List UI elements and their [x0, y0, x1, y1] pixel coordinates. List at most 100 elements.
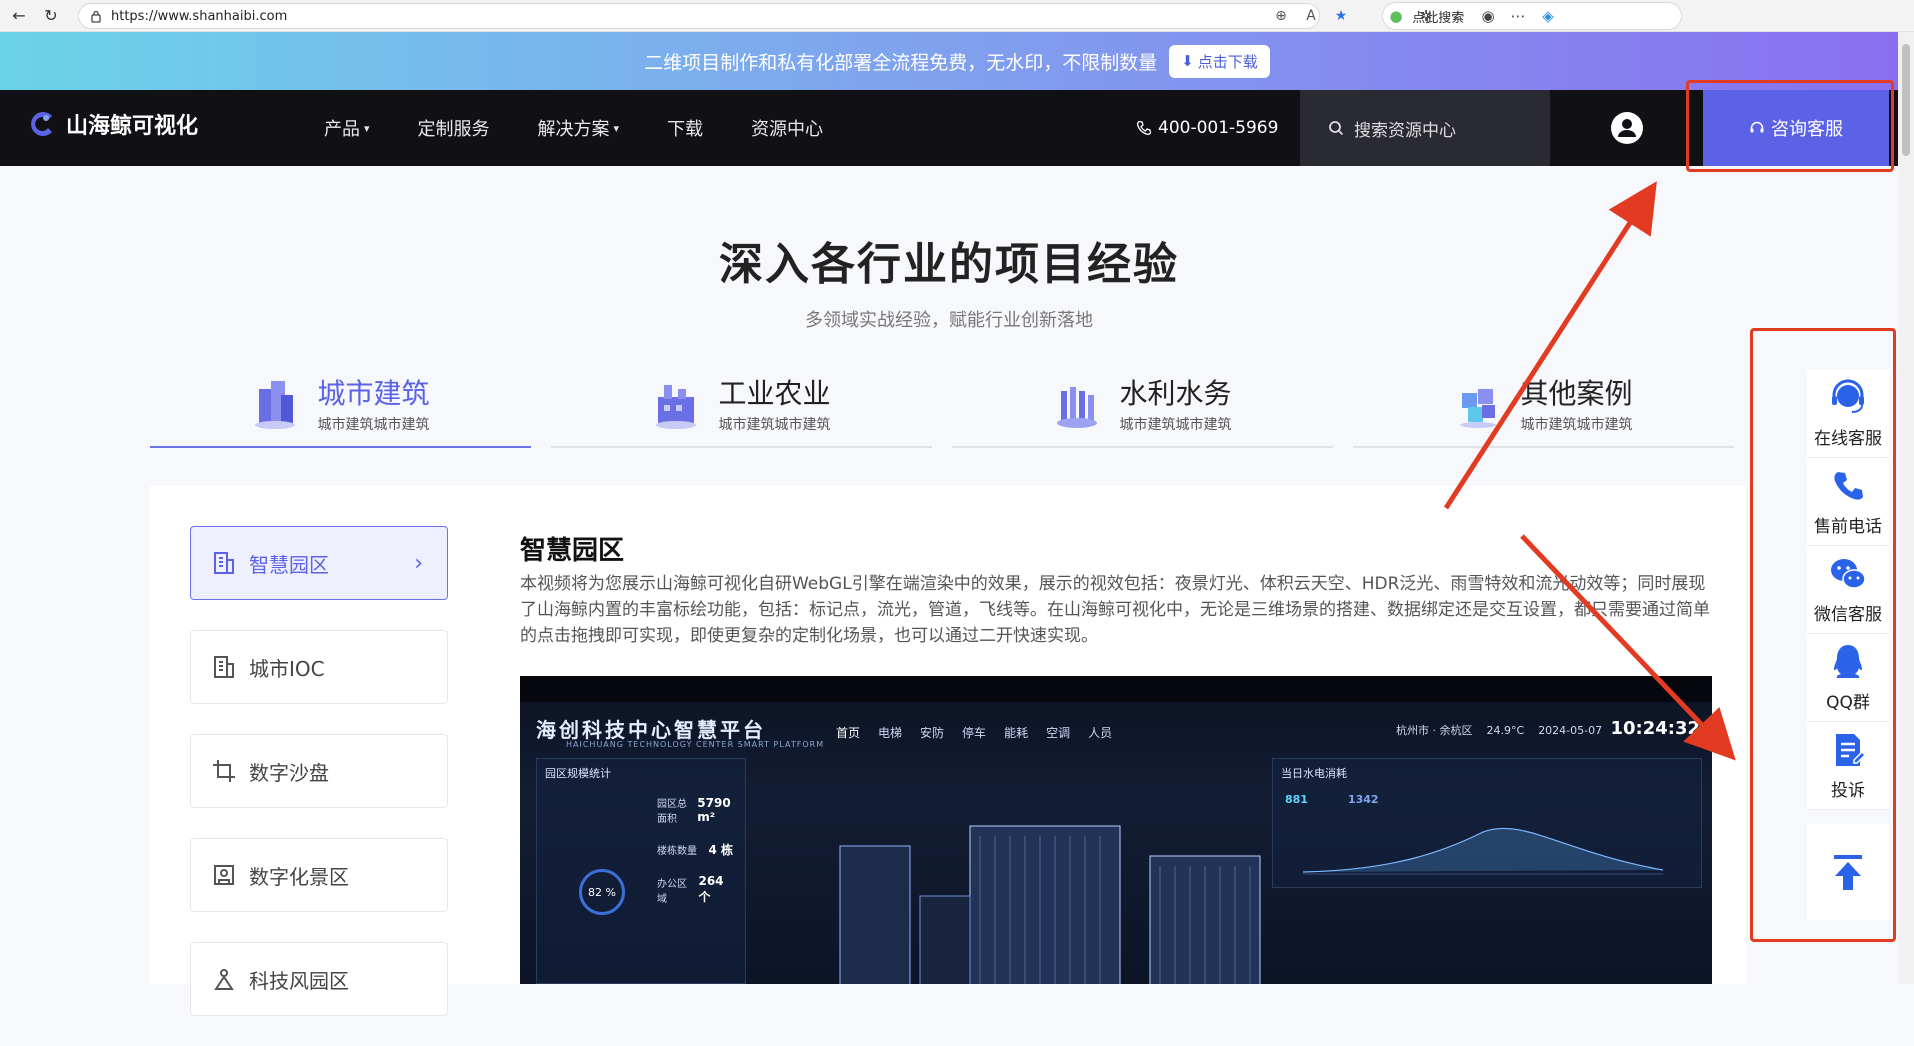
phone-number: 400-001-5969	[1158, 118, 1279, 138]
lock-icon	[91, 10, 101, 23]
browser-toolbar: ← ↻ https://www.shanhaibi.com ⊕ A ★ ⌕ 点此…	[0, 0, 1914, 32]
resource-search[interactable]: 搜索资源中心	[1300, 90, 1550, 166]
factory-icon	[656, 385, 697, 429]
scenic-icon	[214, 865, 234, 885]
platform-nav-item: 首页	[836, 726, 861, 740]
platform-status: 杭州市 · 余杭区 24.9°C 2024-05-07	[1396, 722, 1602, 738]
stat-value: 5790 m²	[697, 796, 731, 824]
nav-label: 资源中心	[751, 119, 824, 140]
sidebar-item-label: 数字沙盘	[249, 760, 329, 785]
water-icon	[1057, 387, 1098, 428]
sidebar-item-label: 数字化景区	[249, 864, 349, 889]
nav-products[interactable]: 产品 ▾	[300, 90, 394, 166]
phone-icon	[1137, 120, 1152, 135]
panel-title: 当日水电消耗	[1281, 767, 1347, 780]
tech-icon	[214, 969, 234, 990]
sidebar-item-digital-sandbox[interactable]: 数字沙盘	[190, 734, 448, 808]
platform-date: 2024-05-07	[1538, 723, 1603, 737]
chevron-right-icon: ›	[414, 551, 423, 576]
chevron-down-icon: ▾	[613, 121, 620, 135]
profile-icon[interactable]: ◉	[1476, 4, 1500, 28]
favorites-icon[interactable]: ☆	[1446, 4, 1470, 28]
header-phone[interactable]: 400-001-5969	[1136, 90, 1278, 166]
sidebar-item-tech-park[interactable]: 科技风园区	[190, 942, 448, 1016]
download-icon: ⬇	[1181, 52, 1194, 70]
promo-banner: 二维项目制作和私有化部署全流程免费，无水印，不限制数量 ⬇ 点击下载	[0, 32, 1914, 90]
power-value: 1342	[1347, 793, 1379, 806]
case-description: 本视频将为您展示山海鲸可视化自研WebGL引擎在端渲染中的效果，展示的视效包括：…	[520, 574, 1710, 646]
annotation-box-consult	[1686, 80, 1894, 172]
nav-resource-center[interactable]: 资源中心	[727, 90, 847, 166]
platform-nav-item: 空调	[1046, 726, 1071, 740]
sidebar-item-smart-park[interactable]: 智慧园区 ›	[190, 526, 448, 600]
back-icon[interactable]: ←	[6, 3, 32, 29]
water-value: 881	[1285, 793, 1308, 806]
platform-nav-item: 电梯	[878, 726, 903, 740]
page-subtitle: 多领域实战经验，赋能行业创新落地	[805, 310, 1093, 331]
sidebar-item-city-ioc[interactable]: 城市IOC	[190, 630, 448, 704]
read-aloud-icon[interactable]: A	[1300, 5, 1322, 27]
nav-label: 下载	[667, 119, 704, 140]
copilot-icon[interactable]: ◈	[1536, 4, 1560, 28]
annotation-box-floatbar	[1750, 328, 1896, 942]
stat-row: 楼栋数量 4 栋	[657, 841, 745, 858]
site-logo[interactable]: 山海鲸可视化	[26, 108, 198, 140]
sidebar-item-label: 城市IOC	[249, 656, 325, 681]
promo-text: 二维项目制作和私有化部署全流程免费，无水印，不限制数量	[644, 51, 1158, 74]
category-desc: 城市建筑城市建筑	[1119, 417, 1232, 433]
nav-label: 产品	[324, 119, 360, 140]
platform-nav-item: 人员	[1088, 726, 1113, 740]
platform-title: 海创科技中心智慧平台	[536, 718, 766, 742]
case-detail: 智慧园区 本视频将为您展示山海鲸可视化自研WebGL引擎在端渲染中的效果，展示的…	[520, 530, 1712, 649]
chevron-down-icon: ▾	[364, 121, 370, 135]
sidebar-item-label: 科技风园区	[249, 968, 349, 993]
favorite-star-icon[interactable]: ★	[1330, 5, 1352, 27]
building-icon	[214, 656, 234, 678]
address-bar[interactable]: https://www.shanhaibi.com	[78, 3, 1320, 29]
occupancy-ring: 82 %	[579, 869, 625, 915]
search-icon	[1329, 121, 1344, 136]
extension-icon[interactable]: ●	[1384, 4, 1408, 28]
user-avatar[interactable]	[1611, 112, 1643, 144]
download-button[interactable]: ⬇ 点击下载	[1169, 44, 1270, 78]
tab-city-building[interactable]: 城市建筑 城市建筑城市建筑	[150, 360, 531, 448]
stat-row: 园区总面积 5790 m²	[657, 795, 745, 825]
scrollbar-thumb[interactable]	[1902, 44, 1910, 156]
stat-value: 264 个	[698, 874, 724, 904]
page-title: 深入各行业的项目经验	[719, 239, 1179, 290]
video-top-bar	[520, 676, 1712, 702]
tab-other-cases[interactable]: 其他案例 城市建筑城市建筑	[1353, 360, 1734, 448]
category-name: 城市建筑	[317, 377, 430, 410]
case-title: 智慧园区	[520, 536, 625, 566]
category-name: 水利水务	[1119, 377, 1232, 410]
cubes-icon	[1460, 389, 1497, 428]
crop-icon	[213, 760, 235, 782]
nav-custom-service[interactable]: 定制服务	[394, 90, 514, 166]
water-power-panel: 当日水电消耗 881 1342	[1272, 758, 1702, 888]
scrollbar-track[interactable]	[1898, 32, 1914, 984]
site-header: 山海鲸可视化 产品 ▾ 定制服务 解决方案 ▾ 下载 资源中心 400-001-59…	[0, 90, 1914, 166]
nav-label: 解决方案	[537, 119, 610, 140]
nav-download[interactable]: 下载	[643, 90, 727, 166]
city-building-icon	[255, 381, 296, 429]
tab-water-conservancy[interactable]: 水利水务 城市建筑城市建筑	[952, 360, 1333, 448]
building-icon	[214, 552, 234, 574]
sidebar-item-digital-scenic[interactable]: 数字化景区	[190, 838, 448, 912]
category-name: 其他案例	[1520, 377, 1633, 410]
tab-industry-agriculture[interactable]: 工业农业 城市建筑城市建筑	[551, 360, 932, 448]
consumption-curve	[1302, 827, 1664, 875]
menu-icon[interactable]: ⋯	[1506, 4, 1530, 28]
nav-solutions[interactable]: 解决方案 ▾	[514, 90, 644, 166]
platform-clock: 10:24:32	[1610, 718, 1700, 739]
zoom-icon[interactable]: ⊕	[1270, 5, 1292, 27]
puzzle-icon[interactable]: ✲	[1414, 4, 1438, 28]
platform-nav-item: 停车	[962, 726, 987, 740]
category-name: 工业农业	[718, 377, 831, 410]
park-stats-panel: 园区规模统计 园区总面积 5790 m² 楼栋数量 4 栋 办公区域 264 个 82…	[536, 758, 746, 984]
logo-icon	[31, 112, 52, 136]
platform-nav-item: 能耗	[1004, 726, 1029, 740]
stat-value: 4 栋	[708, 843, 733, 857]
stat-label: 楼栋数量	[657, 846, 697, 857]
refresh-icon[interactable]: ↻	[38, 3, 64, 29]
case-preview-video[interactable]: 海创科技中心智慧平台 HAICHUANG TECHNOLOGY CENTER S…	[520, 676, 1712, 984]
